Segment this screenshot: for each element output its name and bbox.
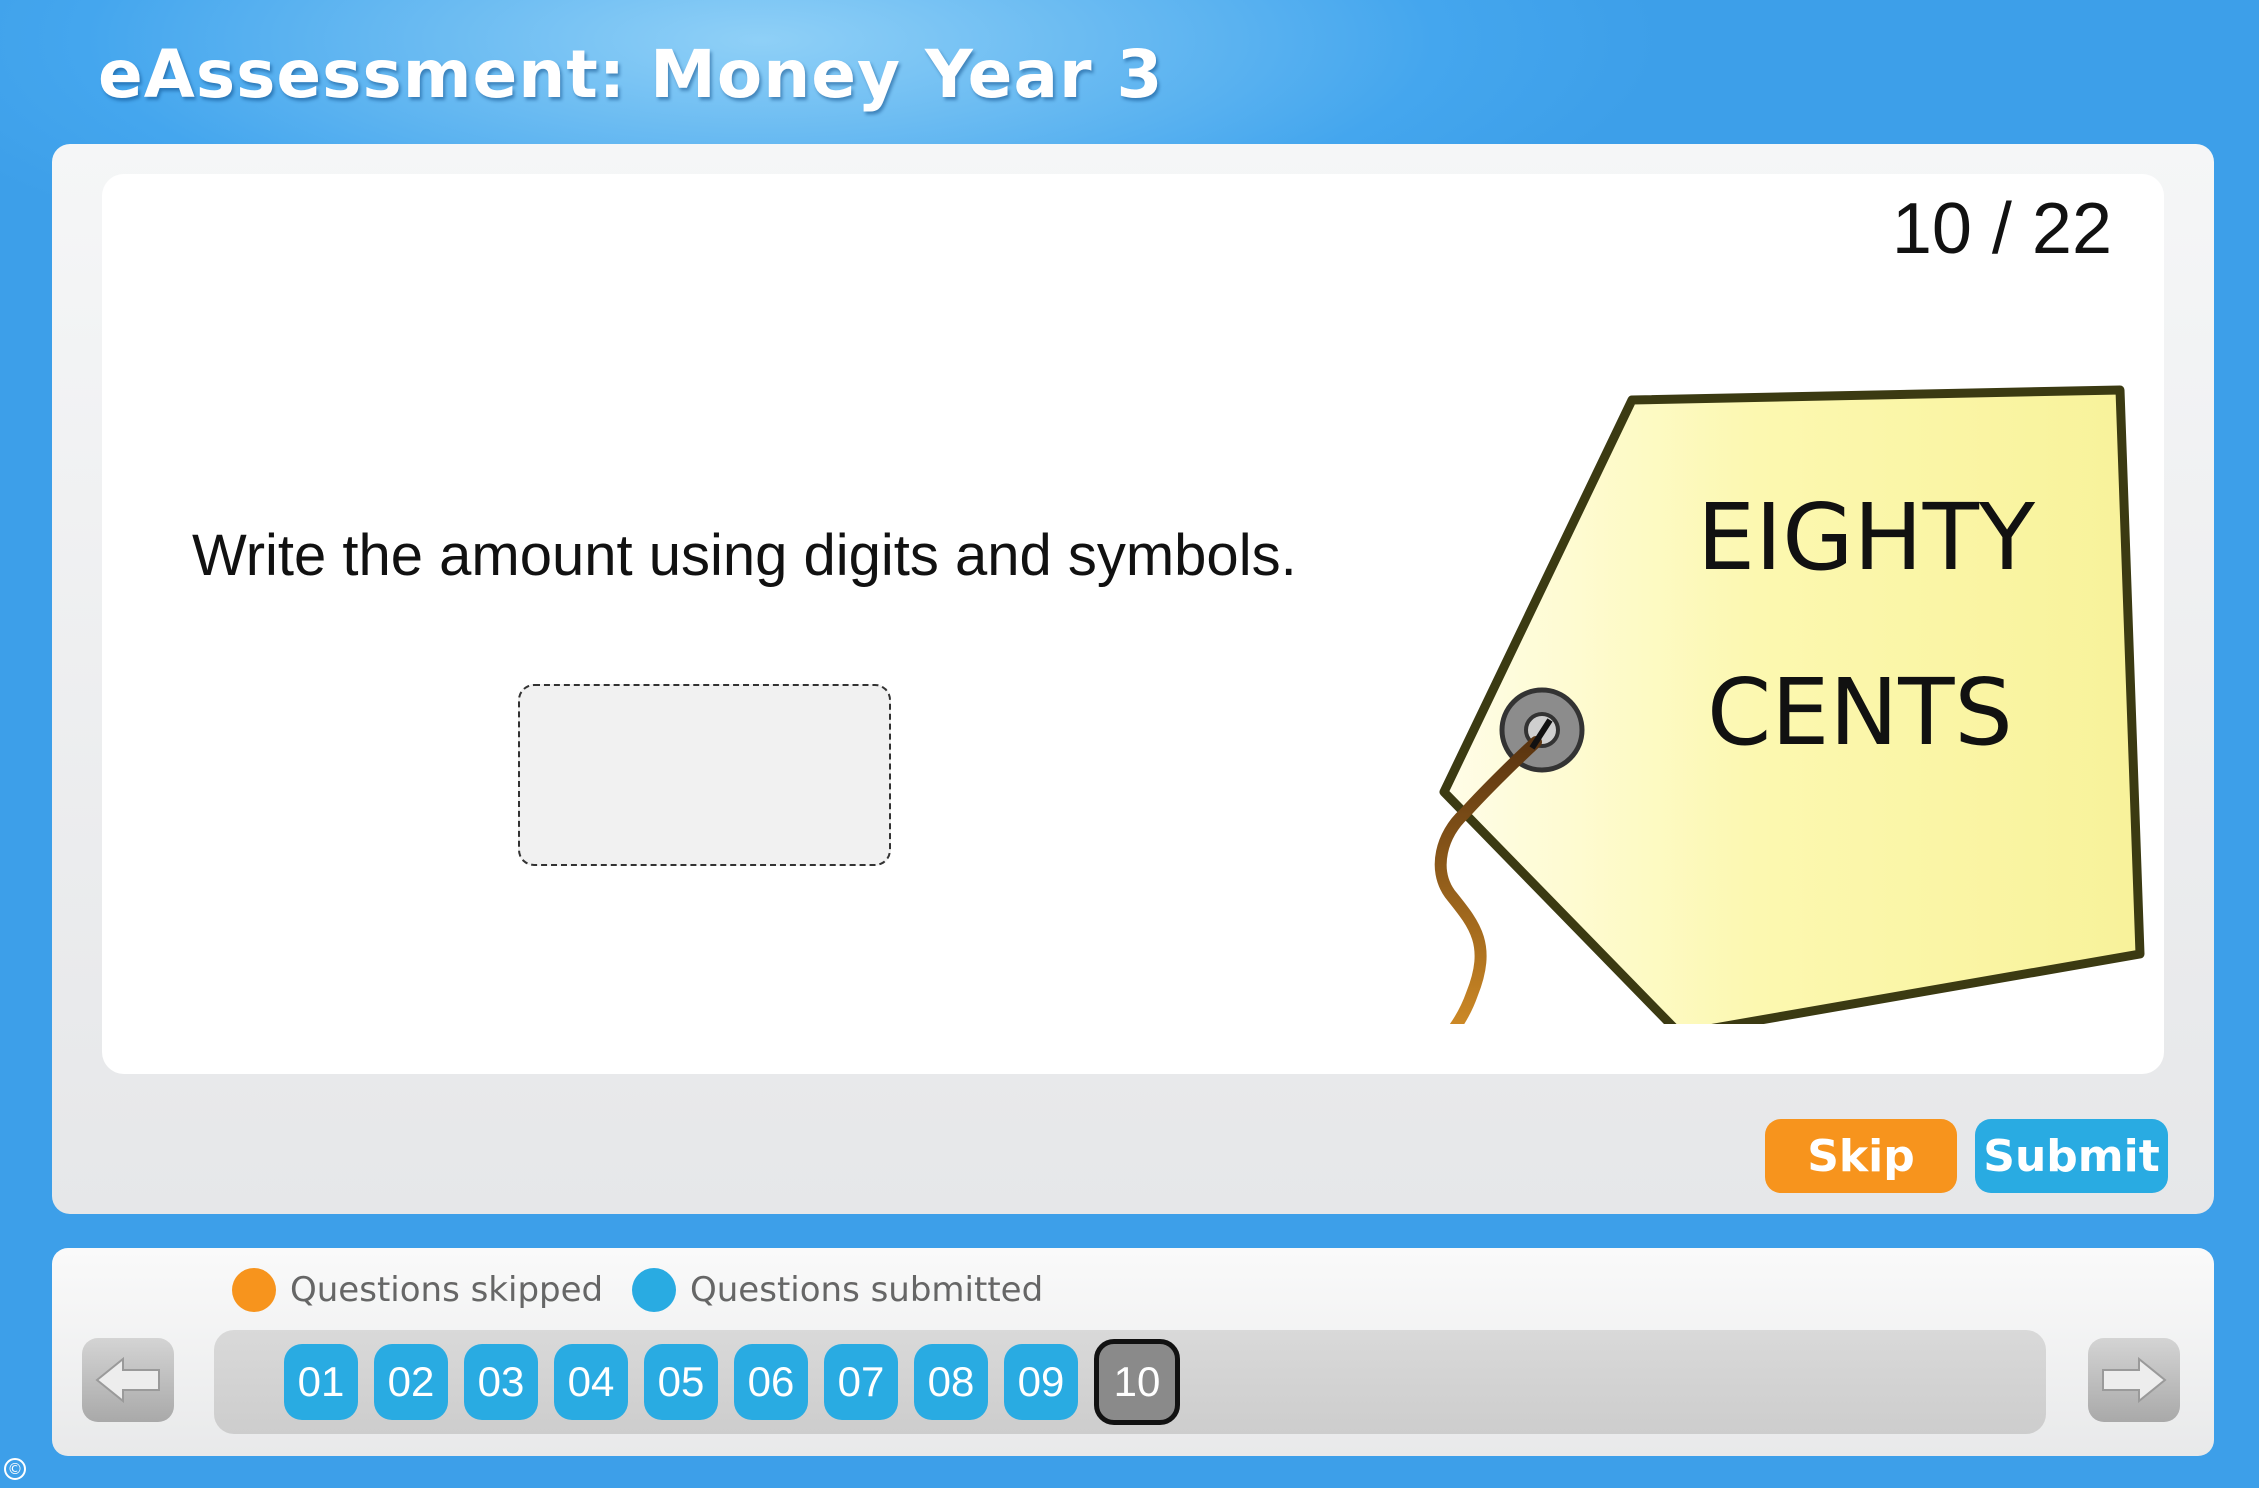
arrow-left-icon [95,1356,160,1404]
tag-text-line2: CENTS [1707,659,2013,766]
skip-button[interactable]: Skip [1765,1119,1957,1193]
question-bubble-10-current[interactable]: 10 [1094,1339,1180,1425]
previous-button[interactable] [82,1338,174,1422]
question-track: 01 02 03 04 05 06 07 08 09 10 [214,1330,2046,1434]
question-panel: 10 / 22 Write the amount using digits an… [52,144,2214,1214]
legend-skipped-label: Questions skipped [290,1270,604,1310]
question-counter: 10 / 22 [1891,189,2112,269]
copyright-icon: © [4,1458,26,1480]
question-bubble-04[interactable]: 04 [554,1344,628,1420]
question-bubble-08[interactable]: 08 [914,1344,988,1420]
question-bubble-06[interactable]: 06 [734,1344,808,1420]
submitted-dot-icon [632,1268,676,1312]
question-bubble-07[interactable]: 07 [824,1344,898,1420]
next-button[interactable] [2088,1338,2180,1422]
legend-submitted-label: Questions submitted [690,1270,1044,1310]
answer-input[interactable] [518,684,891,866]
arrow-right-icon [2102,1356,2167,1404]
price-tag-image: EIGHTY CENTS [1434,385,2145,1024]
legend-skipped: Questions skipped [232,1268,603,1312]
question-navigation-panel: Questions skipped Questions submitted 01… [52,1248,2214,1456]
question-card: 10 / 22 Write the amount using digits an… [102,174,2164,1074]
question-bubble-01[interactable]: 01 [284,1344,358,1420]
question-bubble-03[interactable]: 03 [464,1344,538,1420]
question-bubble-09[interactable]: 09 [1004,1344,1078,1420]
question-bubble-05[interactable]: 05 [644,1344,718,1420]
legend-submitted: Questions submitted [632,1268,1043,1312]
tag-text-line1: EIGHTY [1697,484,2036,591]
skipped-dot-icon [232,1268,276,1312]
submit-button[interactable]: Submit [1975,1119,2168,1193]
app-title: eAssessment: Money Year 3 [98,36,1164,113]
question-bubble-02[interactable]: 02 [374,1344,448,1420]
question-prompt: Write the amount using digits and symbol… [192,523,1297,588]
